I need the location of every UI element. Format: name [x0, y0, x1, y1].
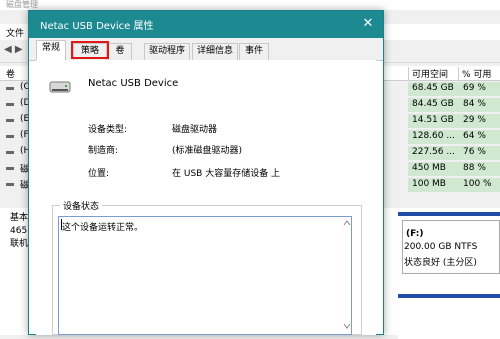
background-window-title: 磁盘管理	[0, 0, 500, 10]
location-label: 位置:	[88, 169, 110, 179]
scroll-up-icon[interactable]	[343, 219, 351, 227]
device-type-label: 设备类型:	[88, 125, 128, 135]
percent-free-value: 64 %	[463, 131, 486, 141]
header-percent-free[interactable]: % 可用	[458, 67, 500, 80]
tab-details[interactable]: 详细信息	[192, 43, 238, 60]
percent-free-value: 88 %	[463, 163, 486, 173]
free-space-value: 128.60 ...	[412, 131, 455, 141]
device-type-value: 磁盘驱动器	[172, 125, 218, 135]
tab-general[interactable]: 常规	[36, 40, 66, 61]
scroll-down-icon[interactable]	[343, 322, 351, 330]
device-status-textbox[interactable]	[58, 216, 352, 335]
manufacturer-value: (标准磁盘驱动器)	[172, 146, 243, 156]
free-space-value: 100 MB	[412, 179, 446, 189]
text-cursor	[61, 219, 62, 230]
volume-icon	[6, 119, 14, 122]
header-free-space[interactable]: 可用空间	[408, 67, 458, 80]
volume-row[interactable]: 227.56 ... 76 %	[408, 146, 500, 160]
partition-second	[398, 294, 500, 339]
partition-f-status: 状态良好 (主分区)	[404, 258, 477, 268]
highlight-box	[71, 41, 109, 59]
percent-free-value: 29 %	[463, 115, 486, 125]
volume-icon	[6, 87, 14, 90]
disk-type: 基本	[10, 213, 29, 223]
free-space-value: 68.45 GB	[412, 83, 454, 93]
partition-f-size: 200.00 GB NTFS	[404, 242, 478, 252]
volume-row[interactable]: 14.51 GB 29 %	[408, 114, 500, 128]
device-name: Netac USB Device	[88, 78, 179, 89]
header-volume[interactable]: 卷	[6, 67, 15, 80]
free-space-value: 227.56 ...	[412, 147, 455, 157]
volume-icon	[6, 103, 14, 106]
percent-free-value: 69 %	[463, 83, 486, 93]
free-space-value: 14.51 GB	[412, 115, 454, 125]
volume-icon	[6, 151, 14, 154]
location-value: 在 USB 大容量存储设备 上	[172, 169, 281, 179]
volume-row[interactable]: 100 MB 100 %	[408, 178, 500, 192]
device-status-title: 设备状态	[60, 199, 103, 212]
free-space-value: 84.45 GB	[412, 99, 454, 109]
tab-volumes[interactable]: 卷	[108, 43, 132, 60]
device-status-text: 这个设备运转正常。	[62, 223, 144, 233]
volume-row[interactable]: 84.45 GB 84 %	[408, 98, 500, 112]
volume-row[interactable]: 450 MB 88 %	[408, 162, 500, 176]
volume-icon	[6, 167, 14, 170]
volume-icon	[6, 183, 14, 186]
volume-icon	[6, 135, 14, 138]
usb-drive-icon	[49, 81, 71, 93]
percent-free-value: 76 %	[463, 147, 486, 157]
partition-f-name: (F:)	[406, 229, 424, 239]
menu-file[interactable]: 文件	[6, 26, 24, 39]
tab-events[interactable]: 事件	[239, 43, 269, 60]
tab-driver[interactable]: 驱动程序	[144, 43, 190, 60]
free-space-value: 450 MB	[412, 163, 446, 173]
volume-row[interactable]: 68.45 GB 69 %	[408, 82, 500, 96]
percent-free-value: 84 %	[463, 99, 486, 109]
back-forward-icon[interactable]: ◀ ▶	[4, 44, 23, 55]
percent-free-value: 100 %	[463, 179, 492, 189]
close-button[interactable]: ✕	[358, 14, 378, 34]
manufacturer-label: 制造商:	[88, 146, 119, 156]
disk-status: 联机	[10, 239, 29, 249]
volume-row[interactable]: 128.60 ... 64 %	[408, 130, 500, 144]
dialog-title: Netac USB Device 属性	[40, 21, 154, 32]
